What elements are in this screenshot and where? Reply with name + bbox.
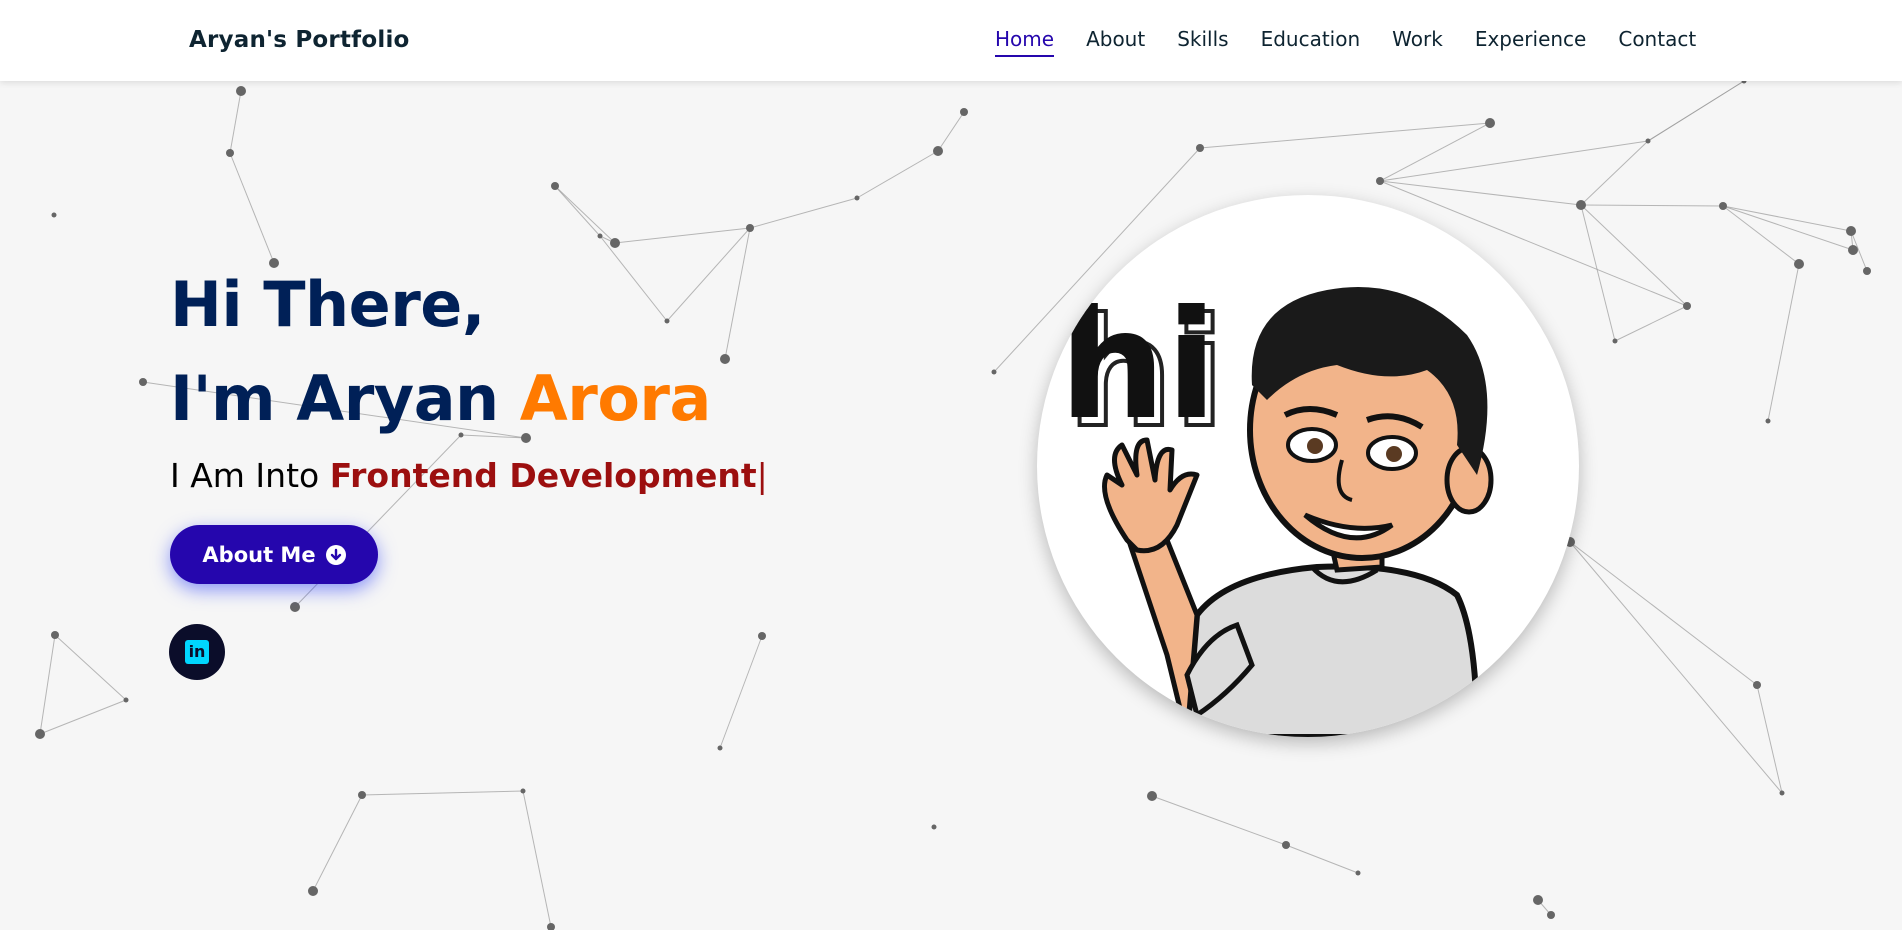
particle-dot — [226, 149, 234, 157]
particle-link — [1580, 204, 1616, 342]
particle-dot — [991, 369, 997, 375]
particle-link — [1722, 205, 1800, 265]
particle-link — [554, 185, 616, 244]
particle-link — [1285, 844, 1359, 874]
particle-link — [1379, 140, 1649, 182]
brand-logo[interactable]: Aryan's Portfolio — [189, 27, 410, 53]
particle-dot — [597, 233, 603, 239]
particle-link — [1614, 305, 1688, 342]
nav-contact-link[interactable]: Contact — [1618, 27, 1696, 55]
particle-dot — [290, 602, 300, 612]
particle-link — [229, 152, 275, 264]
nav-about-link[interactable]: About — [1086, 27, 1145, 55]
particle-dot — [1376, 177, 1384, 185]
particle-link — [1151, 795, 1287, 846]
particle-link — [937, 111, 965, 152]
particle-dot — [35, 729, 45, 739]
particle-dot — [1645, 138, 1651, 144]
tagline-role: Frontend Development — [329, 456, 757, 495]
particle-dot — [1765, 418, 1771, 424]
nav-education-link[interactable]: Education — [1261, 27, 1361, 55]
particle-link — [1647, 80, 1745, 142]
particle-dot — [610, 238, 620, 248]
particle-dot — [933, 146, 943, 156]
particle-dot — [1846, 226, 1856, 236]
particle-link — [1199, 122, 1491, 149]
typing-cursor: | — [756, 456, 768, 495]
particle-dot — [1485, 118, 1495, 128]
particle-dot — [1794, 259, 1804, 269]
particle-link — [719, 635, 763, 749]
linkedin-icon: in — [185, 640, 209, 664]
particle-link — [1580, 204, 1724, 207]
particle-dot — [960, 108, 968, 116]
particle-dot — [358, 791, 366, 799]
particle-dot — [758, 632, 766, 640]
particle-link — [229, 90, 242, 154]
particle-dot — [547, 923, 555, 930]
nav-experience-link[interactable]: Experience — [1475, 27, 1587, 55]
nav-home-link[interactable]: Home — [995, 27, 1055, 57]
particle-link — [1767, 263, 1800, 422]
about-me-label: About Me — [202, 542, 316, 567]
particle-dot — [746, 224, 754, 232]
particle-dot — [1719, 202, 1727, 210]
particle-link — [312, 794, 363, 892]
bitmoji-illustration: hi hi — [1059, 279, 1494, 737]
particle-dot — [51, 212, 57, 218]
particle-dot — [1779, 790, 1785, 796]
particle-link — [554, 185, 601, 237]
particle-dot — [1683, 302, 1691, 310]
particle-link — [1569, 541, 1758, 686]
particle-dot — [308, 886, 318, 896]
particle-dot — [1848, 245, 1858, 255]
nav-work-link[interactable]: Work — [1392, 27, 1443, 55]
name-last: Arora — [519, 362, 712, 435]
particle-dot — [520, 788, 526, 794]
particle-link — [1569, 541, 1783, 794]
particle-link — [522, 790, 552, 928]
particle-dot — [139, 378, 147, 386]
particle-dot — [1612, 338, 1618, 344]
particle-dot — [551, 182, 559, 190]
typed-tagline: I Am Into Frontend Development| — [170, 456, 768, 495]
name-heading: I'm Aryan Arora — [170, 352, 768, 446]
particle-link — [1756, 684, 1783, 794]
particle-link — [1580, 140, 1649, 206]
particle-link — [39, 699, 127, 735]
particle-link — [856, 150, 939, 199]
particle-dot — [1863, 267, 1871, 275]
particle-dot — [717, 745, 723, 751]
particle-dot — [1355, 870, 1361, 876]
particle-dot — [1547, 911, 1555, 919]
name-first: I'm Aryan — [170, 362, 520, 435]
particle-link — [614, 227, 751, 244]
nav-skills-link[interactable]: Skills — [1177, 27, 1228, 55]
particle-link — [361, 790, 524, 796]
particle-dot — [51, 631, 59, 639]
avatar-image: hi hi — [1037, 195, 1579, 737]
navbar: Aryan's Portfolio Home About Skills Educ… — [0, 0, 1902, 81]
particle-dot — [236, 86, 246, 96]
particle-link — [54, 634, 127, 701]
about-me-button[interactable]: About Me — [170, 525, 378, 584]
hero-content: Hi There, I'm Aryan Arora I Am Into Fron… — [170, 258, 768, 495]
arrow-down-circle-icon — [325, 544, 346, 565]
particle-dot — [1147, 791, 1157, 801]
particle-link — [1580, 204, 1688, 307]
particle-dot — [1753, 681, 1761, 689]
particle-link — [749, 197, 858, 229]
particle-link — [39, 634, 56, 735]
linkedin-link[interactable]: in — [169, 624, 225, 680]
particle-dot — [1196, 144, 1204, 152]
particle-dot — [931, 824, 937, 830]
particle-dot — [1282, 841, 1290, 849]
particle-dot — [123, 697, 129, 703]
particle-dot — [1576, 200, 1586, 210]
tagline-prefix: I Am Into — [170, 456, 330, 495]
particle-dot — [854, 195, 860, 201]
particle-dot — [1533, 895, 1543, 905]
greeting-line: Hi There, — [170, 268, 485, 341]
nav-menu: Home About Skills Education Work Experie… — [995, 27, 1728, 57]
